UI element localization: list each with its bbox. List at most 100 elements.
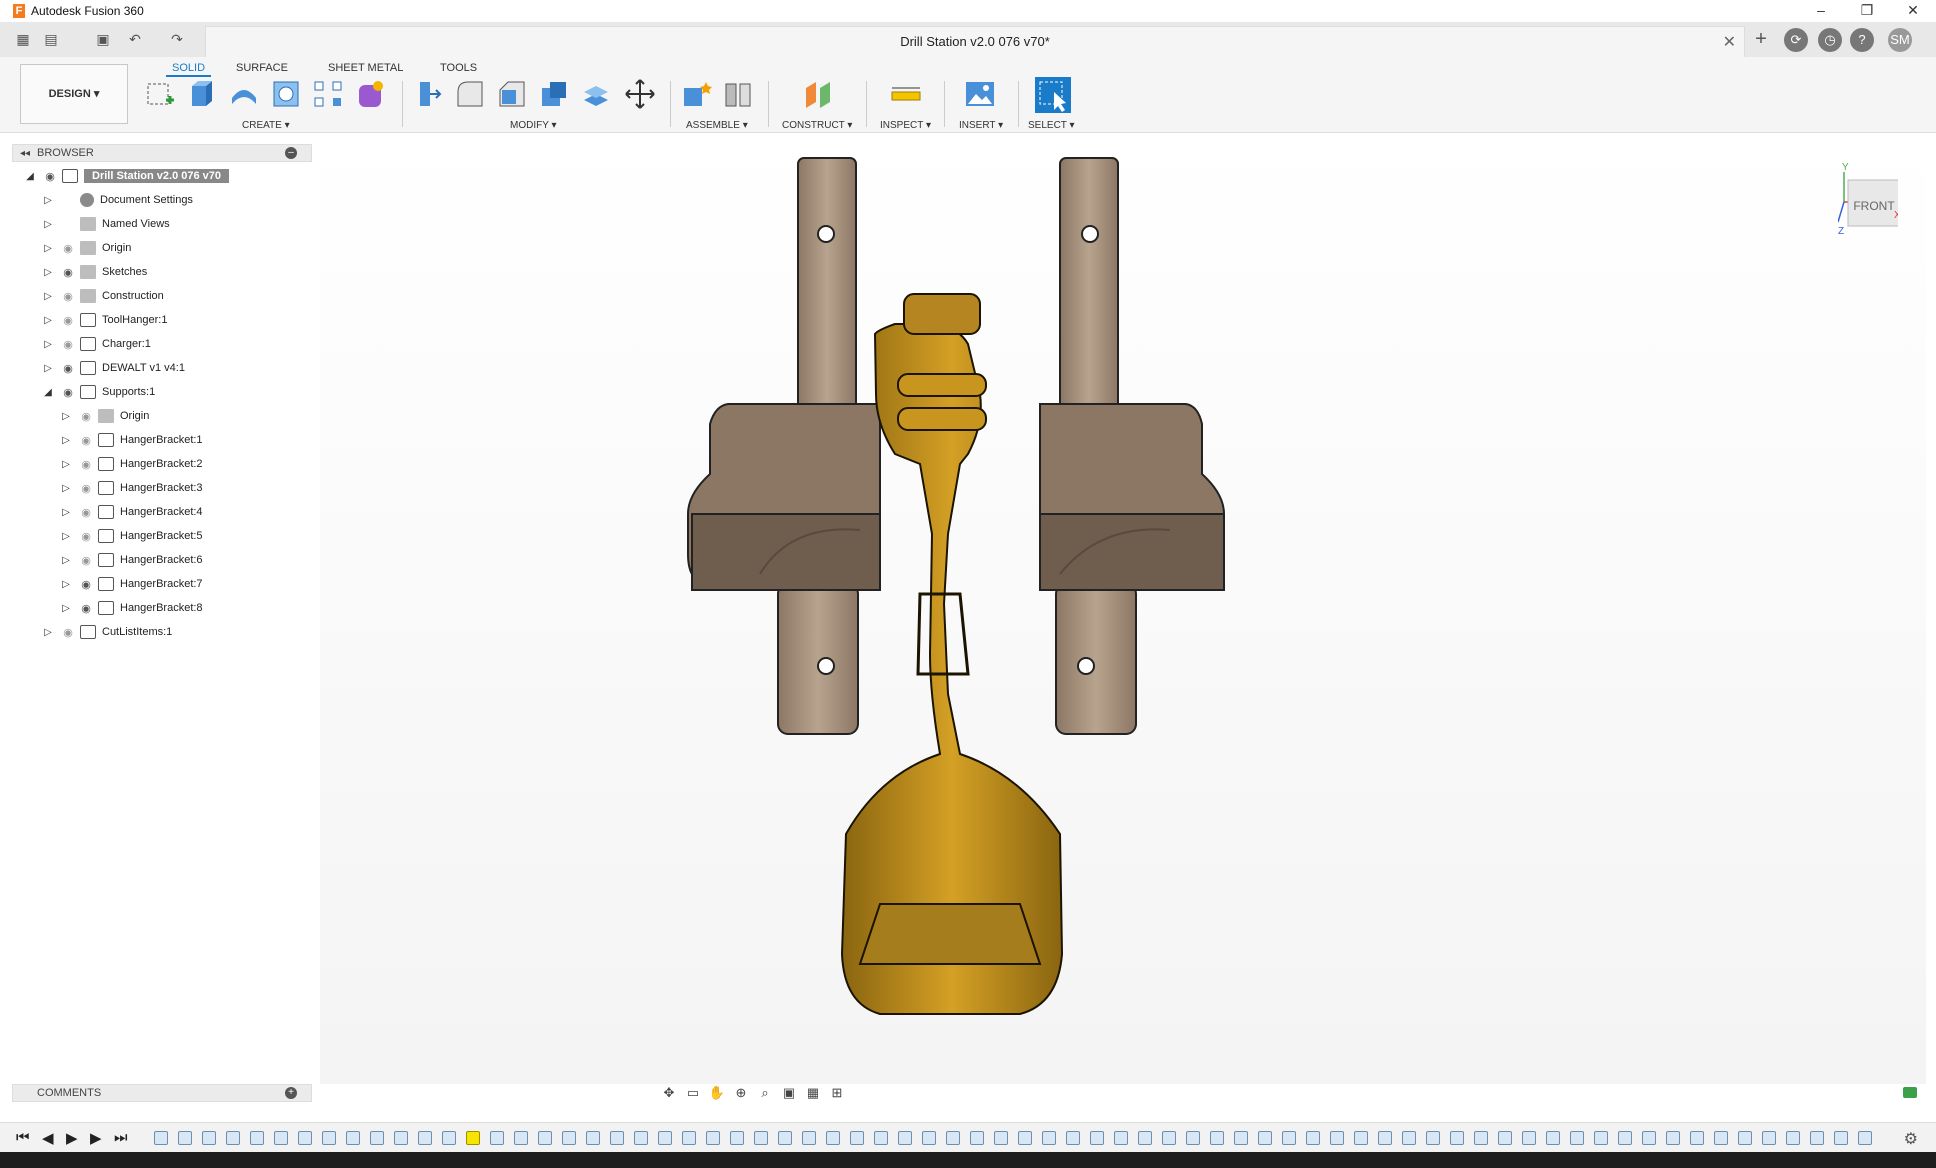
timeline-feature-icon[interactable] bbox=[466, 1131, 480, 1145]
viewcube[interactable]: Y FRONT X Z bbox=[1838, 162, 1898, 234]
timeline-feature-icon[interactable] bbox=[1138, 1131, 1152, 1145]
file-menu-icon[interactable]: ▤ bbox=[42, 30, 60, 48]
timeline-feature-icon[interactable] bbox=[850, 1131, 864, 1145]
timeline-feature-icon[interactable] bbox=[1234, 1131, 1248, 1145]
timeline-feature-icon[interactable] bbox=[586, 1131, 600, 1145]
timeline-feature-icon[interactable] bbox=[1762, 1131, 1776, 1145]
timeline-feature-icon[interactable] bbox=[1282, 1131, 1296, 1145]
browser-item[interactable]: ▷ ◉ HangerBracket:1 bbox=[60, 430, 203, 450]
timeline-feature-icon[interactable] bbox=[1714, 1131, 1728, 1145]
timeline-feature-icon[interactable] bbox=[1690, 1131, 1704, 1145]
visibility-eye-icon[interactable]: ◉ bbox=[78, 506, 94, 519]
timeline-feature-icon[interactable] bbox=[394, 1131, 408, 1145]
fit-icon[interactable]: ⌕ bbox=[756, 1085, 774, 1101]
visibility-eye-icon[interactable]: ◉ bbox=[78, 434, 94, 447]
visibility-eye-icon[interactable]: ◉ bbox=[78, 578, 94, 591]
browser-item[interactable]: ▷ ◉ Origin bbox=[60, 406, 149, 426]
insert-image-icon[interactable] bbox=[964, 78, 996, 110]
browser-item[interactable]: ◢ ◉ Supports:1 bbox=[42, 382, 155, 402]
browser-item[interactable]: ▷ ◉ HangerBracket:8 bbox=[60, 598, 203, 618]
timeline-feature-icon[interactable] bbox=[1618, 1131, 1632, 1145]
expand-arrow-icon[interactable]: ▷ bbox=[60, 459, 72, 470]
timeline-feature-icon[interactable] bbox=[538, 1131, 552, 1145]
timeline-feature-icon[interactable] bbox=[1162, 1131, 1176, 1145]
create-sketch-icon[interactable] bbox=[144, 78, 176, 110]
expand-arrow-icon[interactable]: ▷ bbox=[60, 483, 72, 494]
timeline-feature-icon[interactable] bbox=[1738, 1131, 1752, 1145]
notifications-icon[interactable]: ◷ bbox=[1818, 28, 1842, 52]
timeline-feature-icon[interactable] bbox=[754, 1131, 768, 1145]
expand-arrow-icon[interactable]: ▷ bbox=[60, 603, 72, 614]
timeline-feature-icon[interactable] bbox=[1042, 1131, 1056, 1145]
browser-item[interactable]: ▷ ◉ DEWALT v1 v4:1 bbox=[42, 358, 185, 378]
timeline-feature-icon[interactable] bbox=[178, 1131, 192, 1145]
minimize-button[interactable]: – bbox=[1798, 0, 1844, 22]
pan-icon[interactable]: ✋ bbox=[708, 1085, 726, 1101]
assemble-menu[interactable]: ASSEMBLE ▾ bbox=[686, 120, 748, 131]
browser-root[interactable]: ◢ ◉ Drill Station v2.0 076 v70 bbox=[24, 166, 230, 186]
redo-icon[interactable]: ↷ bbox=[168, 30, 186, 48]
timeline-feature-icon[interactable] bbox=[490, 1131, 504, 1145]
save-icon[interactable]: ▣ bbox=[94, 30, 112, 48]
browser-item[interactable]: ▷ ◉ HangerBracket:2 bbox=[60, 454, 203, 474]
expand-arrow-icon[interactable]: ▷ bbox=[60, 507, 72, 518]
extrude-icon[interactable] bbox=[186, 78, 218, 110]
browser-item[interactable]: ▷ ◉ HangerBracket:3 bbox=[60, 478, 203, 498]
chat-icon[interactable] bbox=[1903, 1087, 1917, 1098]
timeline-feature-icon[interactable] bbox=[346, 1131, 360, 1145]
timeline-feature-icon[interactable] bbox=[418, 1131, 432, 1145]
go-to-end-icon[interactable]: ⏭ bbox=[114, 1129, 128, 1146]
timeline-feature-icon[interactable] bbox=[1402, 1131, 1416, 1145]
zoom-icon[interactable]: ⊕ bbox=[732, 1085, 750, 1101]
timeline-feature-icon[interactable] bbox=[250, 1131, 264, 1145]
timeline-feature-icon[interactable] bbox=[1018, 1131, 1032, 1145]
modify-menu[interactable]: MODIFY ▾ bbox=[510, 120, 557, 131]
timeline-feature-icon[interactable] bbox=[1450, 1131, 1464, 1145]
close-document-icon[interactable]: ✕ bbox=[1723, 32, 1736, 52]
grid-settings-icon[interactable]: ▦ bbox=[804, 1085, 822, 1101]
visibility-eye-icon[interactable]: ◉ bbox=[78, 554, 94, 567]
grid-menu-icon[interactable]: ▦ bbox=[14, 30, 32, 48]
tab-surface[interactable]: SURFACE bbox=[230, 59, 294, 77]
browser-item[interactable]: ▷ ◉ Construction bbox=[42, 286, 164, 306]
timeline-feature-icon[interactable] bbox=[1114, 1131, 1128, 1145]
timeline-feature-icon[interactable] bbox=[154, 1131, 168, 1145]
timeline-feature-icon[interactable] bbox=[946, 1131, 960, 1145]
inspect-menu[interactable]: INSPECT ▾ bbox=[880, 120, 931, 131]
timeline-feature-icon[interactable] bbox=[1210, 1131, 1224, 1145]
timeline-feature-icon[interactable] bbox=[706, 1131, 720, 1145]
timeline-feature-icon[interactable] bbox=[922, 1131, 936, 1145]
visibility-eye-icon[interactable]: ◉ bbox=[60, 362, 76, 375]
timeline-feature-icon[interactable] bbox=[370, 1131, 384, 1145]
timeline-feature-icon[interactable] bbox=[514, 1131, 528, 1145]
timeline-feature-icon[interactable] bbox=[610, 1131, 624, 1145]
browser-item[interactable]: ▷ Document Settings bbox=[42, 190, 193, 210]
timeline-feature-icon[interactable] bbox=[226, 1131, 240, 1145]
offset-plane-icon[interactable] bbox=[802, 78, 834, 110]
browser-item[interactable]: ▷ ◉ Charger:1 bbox=[42, 334, 151, 354]
timeline-feature-icon[interactable] bbox=[658, 1131, 672, 1145]
timeline-feature-icon[interactable] bbox=[1642, 1131, 1656, 1145]
expand-arrow-icon[interactable]: ▷ bbox=[60, 435, 72, 446]
browser-item[interactable]: ▷ ◉ CutListItems:1 bbox=[42, 622, 172, 642]
restore-button[interactable]: ❐ bbox=[1844, 0, 1890, 22]
comments-panel[interactable]: COMMENTS + bbox=[12, 1084, 312, 1102]
expand-arrow-icon[interactable]: ▷ bbox=[42, 291, 54, 302]
add-comment-icon[interactable]: + bbox=[285, 1087, 297, 1099]
insert-menu[interactable]: INSERT ▾ bbox=[959, 120, 1003, 131]
model-canvas[interactable] bbox=[320, 134, 1926, 1084]
document-tab[interactable]: Drill Station v2.0 076 v70* ✕ bbox=[205, 26, 1745, 57]
timeline-feature-icon[interactable] bbox=[1378, 1131, 1392, 1145]
visibility-eye-icon[interactable]: ◉ bbox=[78, 602, 94, 615]
expand-arrow-icon[interactable]: ▷ bbox=[42, 219, 54, 230]
timeline-feature-icon[interactable] bbox=[274, 1131, 288, 1145]
timeline-feature-icon[interactable] bbox=[1186, 1131, 1200, 1145]
timeline-feature-icon[interactable] bbox=[1786, 1131, 1800, 1145]
browser-item[interactable]: ▷ Named Views bbox=[42, 214, 170, 234]
select-menu[interactable]: SELECT ▾ bbox=[1028, 120, 1075, 131]
orbit-icon[interactable]: ✥ bbox=[660, 1085, 678, 1101]
browser-item[interactable]: ▷ ◉ HangerBracket:4 bbox=[60, 502, 203, 522]
expanded-arrow-icon[interactable]: ◢ bbox=[24, 171, 36, 182]
expand-arrow-icon[interactable]: ▷ bbox=[60, 531, 72, 542]
timeline-feature-icon[interactable] bbox=[298, 1131, 312, 1145]
